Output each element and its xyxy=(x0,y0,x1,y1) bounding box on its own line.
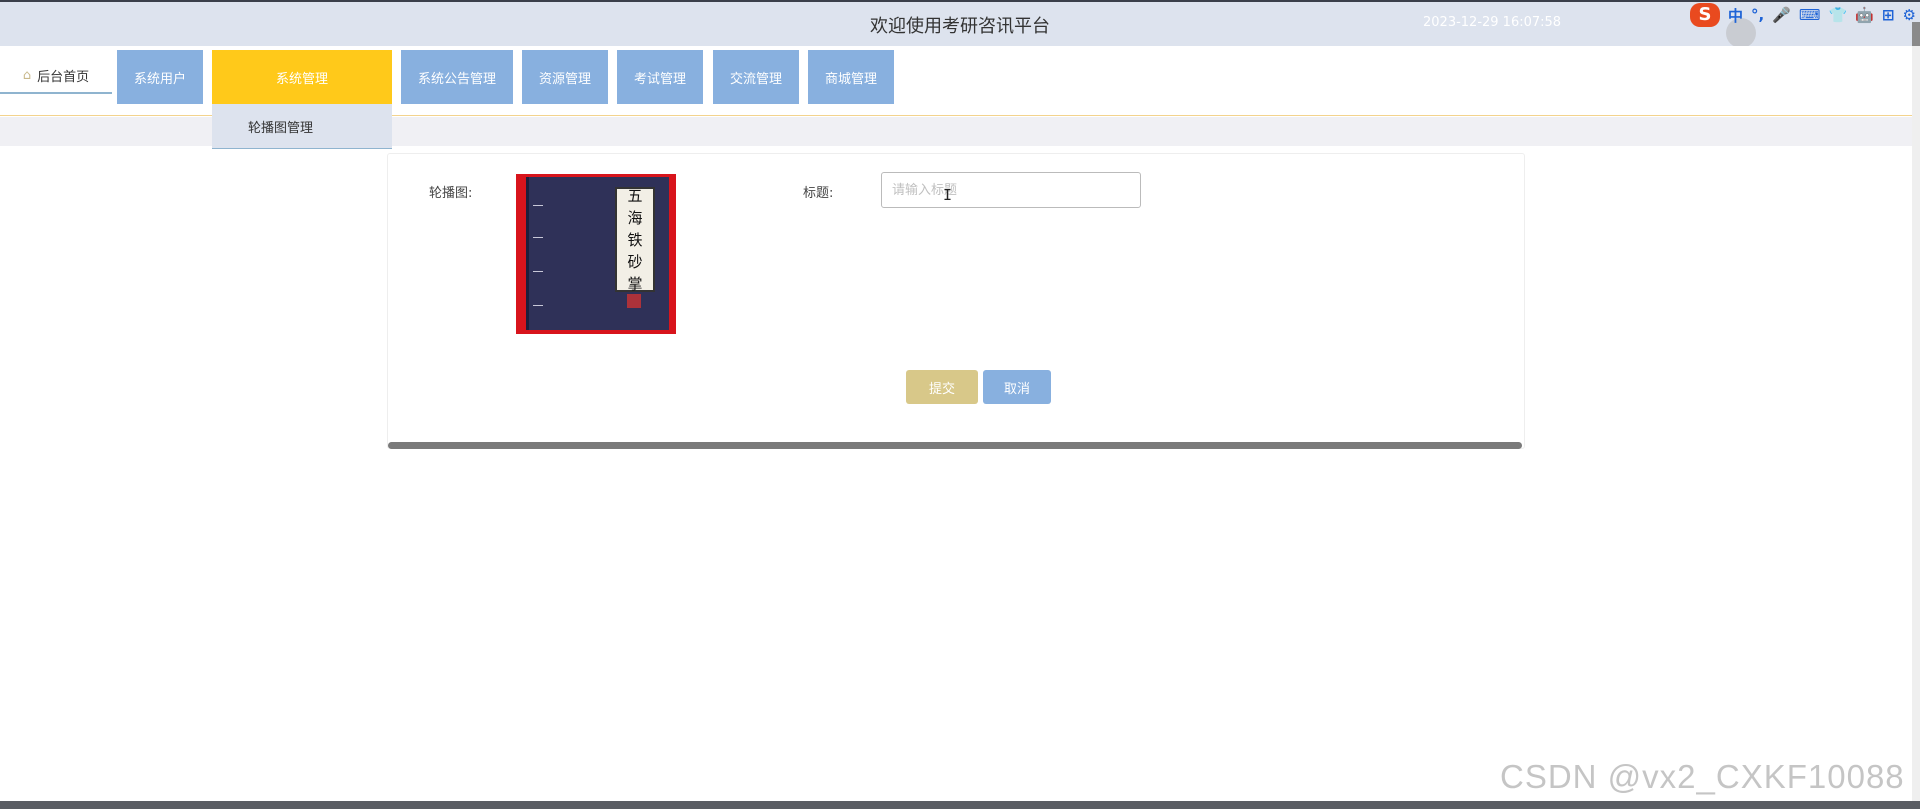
keyboard-icon[interactable]: ⌨ xyxy=(1799,6,1821,24)
nav-item-resources[interactable]: 资源管理 xyxy=(522,50,608,104)
page-title: 欢迎使用考研咨讯平台 xyxy=(870,16,1050,37)
book-title-strip: 五 海 铁 砂 掌 xyxy=(615,187,655,293)
dropdown-carousel-management[interactable]: 轮播图管理 xyxy=(212,104,392,149)
sogou-ime-icon[interactable]: S xyxy=(1690,3,1720,27)
image-label: 轮播图: xyxy=(429,186,473,201)
csdn-watermark: CSDN @vx2_CXKF10088 xyxy=(1500,758,1905,795)
toolbox-icon[interactable]: ⊞ xyxy=(1882,6,1895,24)
horizontal-scroll-thumb[interactable] xyxy=(388,442,1522,449)
vertical-scroll-thumb[interactable] xyxy=(1912,22,1920,46)
vertical-scrollbar[interactable] xyxy=(1912,22,1920,809)
nav-item-communication[interactable]: 交流管理 xyxy=(713,50,799,104)
seal-stamp xyxy=(627,294,641,308)
nav-item-exams[interactable]: 考试管理 xyxy=(617,50,703,104)
nav-item-system-users[interactable]: 系统用户 xyxy=(117,50,203,104)
punctuation-icon[interactable]: °, xyxy=(1751,6,1764,24)
nav-home[interactable]: ⌂ 后台首页 xyxy=(0,58,112,94)
title-label: 标题: xyxy=(803,186,834,201)
nav-item-shop[interactable]: 商城管理 xyxy=(808,50,894,104)
carousel-form: 轮播图: 五 海 铁 砂 掌 标题: 提交 取消 xyxy=(387,153,1525,449)
horizontal-scrollbar[interactable] xyxy=(388,442,1522,449)
ime-toolbar: S 中 °, 🎤 ⌨ 👕 🤖 ⊞ ⚙ xyxy=(1690,2,1916,28)
header-datetime: 2023-12-29 16:07:58 xyxy=(1423,15,1562,30)
bottom-bar xyxy=(0,801,1920,809)
skin-icon[interactable]: 👕 xyxy=(1829,6,1848,24)
cancel-button[interactable]: 取消 xyxy=(983,370,1051,404)
title-input[interactable] xyxy=(881,172,1141,208)
nav-item-announcements[interactable]: 系统公告管理 xyxy=(401,50,513,104)
book-cover-image: 五 海 铁 砂 掌 xyxy=(526,177,669,330)
top-header: 欢迎使用考研咨讯平台 2023-12-29 16:07:58 xyxy=(0,0,1920,48)
submit-button[interactable]: 提交 xyxy=(906,370,978,404)
nav-home-label: 后台首页 xyxy=(37,69,90,85)
microphone-icon[interactable]: 🎤 xyxy=(1772,6,1791,24)
nav-item-system-management[interactable]: 系统管理 xyxy=(212,50,392,104)
chinese-mode-icon[interactable]: 中 xyxy=(1728,5,1743,26)
robot-icon[interactable]: 🤖 xyxy=(1855,6,1874,24)
home-icon: ⌂ xyxy=(22,67,32,83)
text-cursor-icon: I xyxy=(943,186,953,204)
carousel-image-upload[interactable]: 五 海 铁 砂 掌 xyxy=(516,174,676,334)
